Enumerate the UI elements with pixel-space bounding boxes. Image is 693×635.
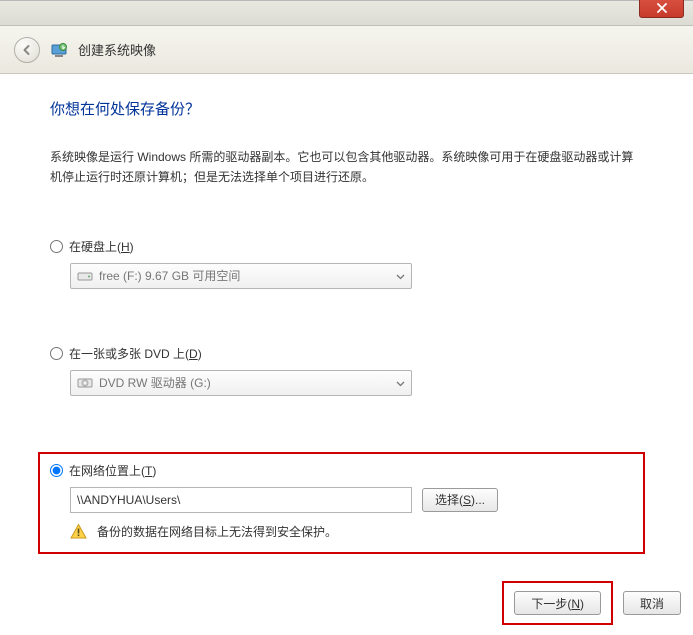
network-warning: 备份的数据在网络目标上无法得到安全保护。 [70,523,633,540]
drive-icon [77,268,93,284]
dvd-combobox[interactable]: DVD RW 驱动器 (G:) [70,370,412,396]
page-heading: 你想在何处保存备份？ [50,98,645,119]
close-button[interactable] [639,0,684,18]
radio-dvd[interactable] [50,347,63,360]
hard-disk-combobox[interactable]: free (F:) 9.67 GB 可用空间 [70,263,412,289]
option-dvd: 在一张或多张 DVD 上(D) DVD RW 驱动器 (G:) [50,345,645,396]
option-hard-disk-label: 在硬盘上(H) [69,238,134,255]
network-path-input[interactable] [70,487,412,513]
option-dvd-label: 在一张或多张 DVD 上(D) [69,345,202,362]
option-dvd-row[interactable]: 在一张或多张 DVD 上(D) [50,345,645,362]
window-title: 创建系统映像 [78,40,156,59]
warning-text: 备份的数据在网络目标上无法得到安全保护。 [97,523,337,540]
close-icon [657,3,667,13]
content-area: 你想在何处保存备份？ 系统映像是运行 Windows 所需的驱动器副本。它也可以… [0,74,693,554]
titlebar [0,1,693,26]
option-network: 在网络位置上(T) 选择(S)... 备份的数据在网络目标上无法得到安全保护。 [38,452,645,554]
cancel-button[interactable]: 取消 [623,591,681,615]
dvd-drive-icon [77,375,93,391]
next-button-highlight: 下一步(N) [502,581,613,625]
wizard-window: 创建系统映像 你想在何处保存备份？ 系统映像是运行 Windows 所需的驱动器… [0,0,693,635]
option-hard-disk: 在硬盘上(H) free (F:) 9.67 GB 可用空间 [50,238,645,289]
hard-disk-value: free (F:) 9.67 GB 可用空间 [99,267,240,284]
option-network-row[interactable]: 在网络位置上(T) [50,462,633,479]
radio-network[interactable] [50,464,63,477]
chevron-down-icon [396,269,405,283]
page-description: 系统映像是运行 Windows 所需的驱动器副本。它也可以包含其他驱动器。系统映… [50,147,645,188]
chevron-down-icon [396,376,405,390]
select-button[interactable]: 选择(S)... [422,488,498,512]
back-button[interactable] [14,37,40,63]
footer: 下一步(N) 取消 [502,581,681,625]
warning-icon [70,523,87,540]
next-button[interactable]: 下一步(N) [514,591,601,615]
dvd-value: DVD RW 驱动器 (G:) [99,374,211,391]
option-hard-disk-row[interactable]: 在硬盘上(H) [50,238,645,255]
header-bar: 创建系统映像 [0,26,693,74]
radio-hard-disk[interactable] [50,240,63,253]
option-network-label: 在网络位置上(T) [69,462,156,479]
back-arrow-icon [20,43,34,57]
app-icon [50,41,68,59]
